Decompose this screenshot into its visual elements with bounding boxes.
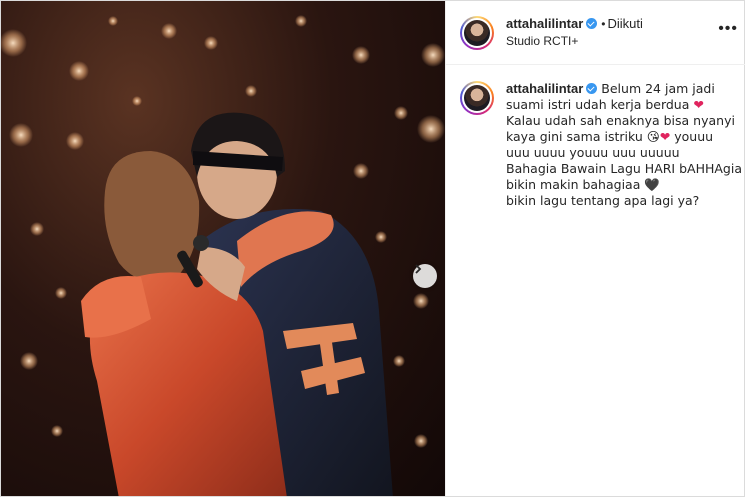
kiss-face-icon: 😘 (646, 129, 660, 144)
header-text: attahalilintar • Diikuti Studio RCTI+ (506, 15, 643, 50)
caption-avatar[interactable] (460, 81, 494, 115)
caption-line-6: Bahagia Bawain Lagu HARI bAHHAgia (506, 161, 742, 176)
photo-illustration (1, 15, 445, 496)
caption-line-4: kaya gini sama istriku (506, 129, 643, 144)
verified-badge-icon (586, 18, 598, 29)
separator-dot: • (601, 17, 606, 31)
post-photo[interactable] (1, 1, 445, 496)
location-link[interactable]: Studio RCTI+ (506, 33, 643, 50)
chevron-right-icon (415, 264, 422, 274)
more-options-icon[interactable]: ••• (718, 21, 738, 37)
caption-username-link[interactable]: attahalilintar (506, 81, 583, 96)
post-side-panel: attahalilintar • Diikuti Studio RCTI+ ••• … (445, 1, 745, 496)
black-heart-icon: 🖤 (644, 177, 660, 192)
red-heart-icon: ❤ (693, 97, 704, 112)
caption-line-1: Belum 24 jam jadi (601, 81, 715, 96)
avatar[interactable] (460, 15, 494, 50)
caption-line-2: suami istri udah kerja berdua (506, 97, 690, 112)
profile-picture (464, 19, 490, 46)
caption-text: attahalilintar Belum 24 jam jadi suami i… (506, 81, 742, 209)
following-button[interactable]: Diikuti (608, 16, 643, 31)
verified-badge-icon (586, 83, 598, 94)
username-link[interactable]: attahalilintar (506, 16, 583, 31)
profile-picture (464, 85, 490, 111)
caption-line-7: bikin makin bahagiaa (506, 177, 641, 192)
caption-line-5: uuu uuuu youuu uuu uuuuu (506, 145, 680, 160)
caption-line-8: bikin lagu tentang apa lagi ya? (506, 193, 700, 208)
caption-line-3: Kalau udah sah enaknya bisa nyanyi (506, 113, 735, 128)
red-heart-icon: ❤ (659, 129, 671, 144)
instagram-post: attahalilintar • Diikuti Studio RCTI+ ••• … (0, 0, 745, 497)
caption-line-4b: youuu (674, 129, 714, 144)
next-photo-button[interactable] (413, 264, 437, 288)
caption: attahalilintar Belum 24 jam jadi suami i… (446, 65, 745, 209)
post-header: attahalilintar • Diikuti Studio RCTI+ ••• (446, 1, 745, 65)
